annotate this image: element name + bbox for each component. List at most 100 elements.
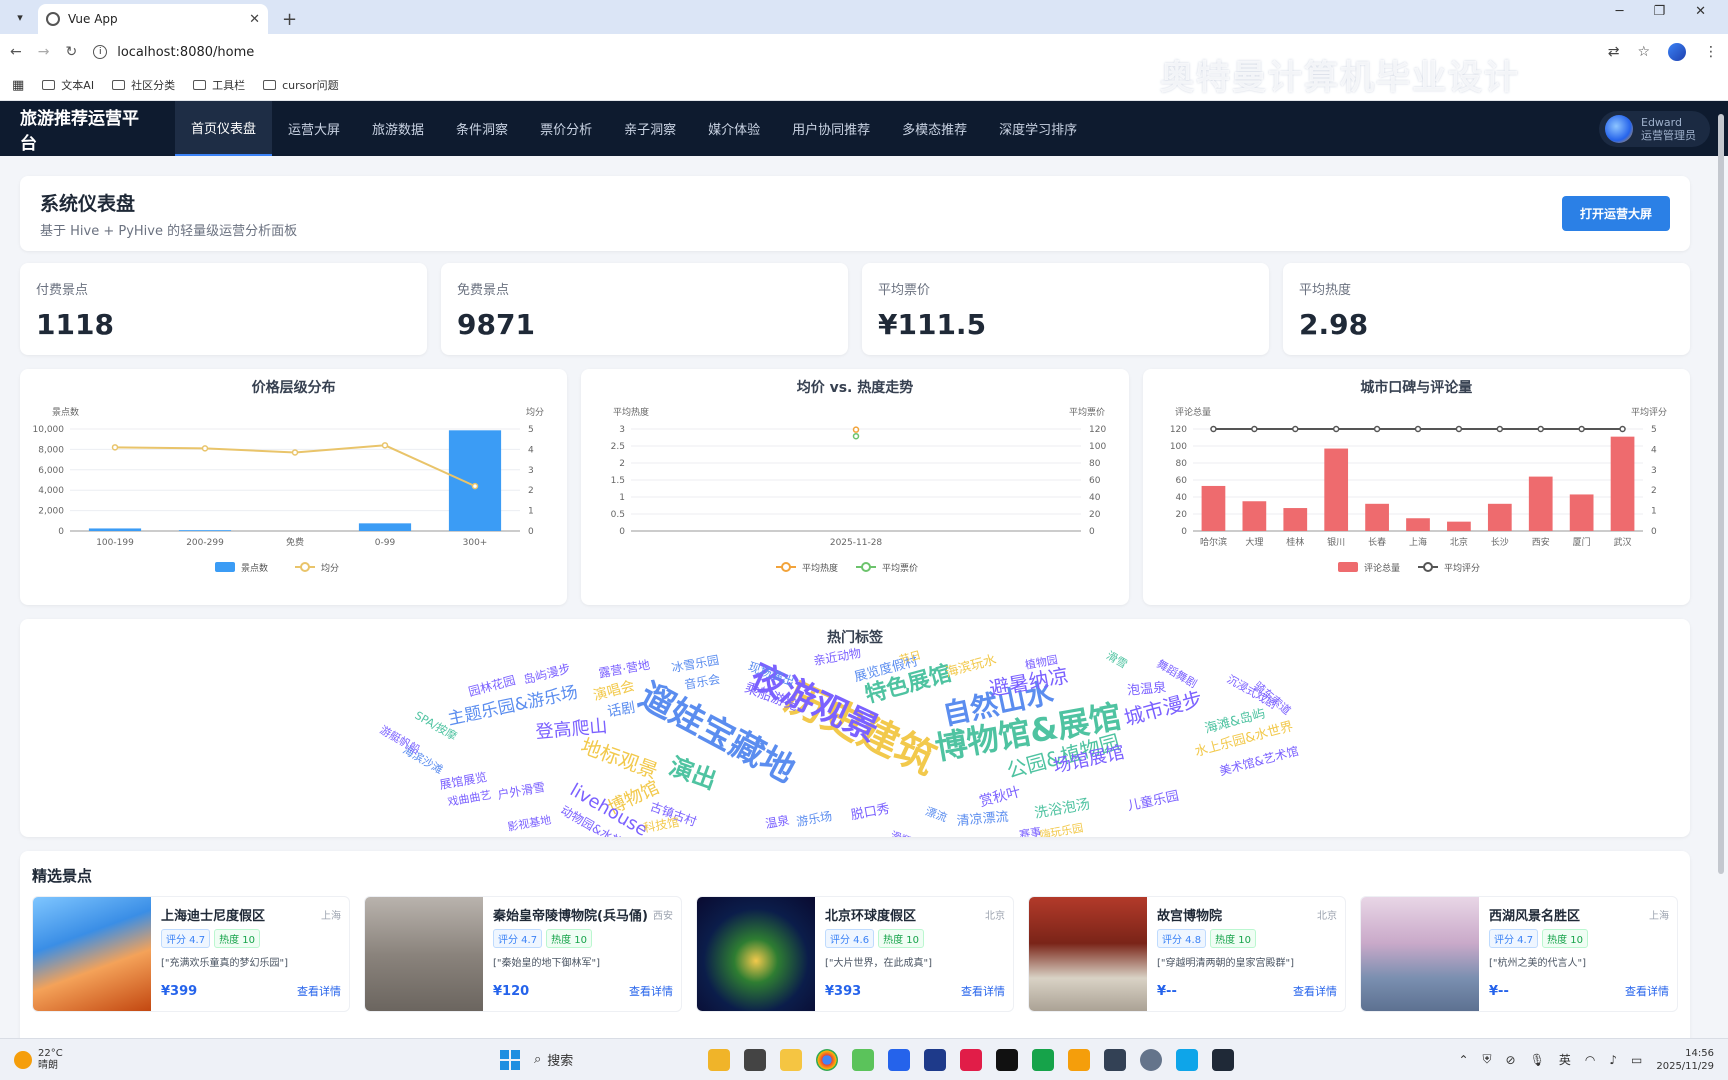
apps-grid-icon[interactable]: ▦: [12, 78, 24, 93]
window-controls: ─ ❐ ✕: [1616, 4, 1728, 19]
spot-desc: ["充满欢乐童真的梦幻乐园"]: [161, 958, 289, 969]
browser-tab[interactable]: Vue App ✕: [38, 4, 268, 34]
app-icon[interactable]: [888, 1048, 910, 1071]
wordcloud-word: 露营·营地: [598, 658, 651, 681]
app-icon[interactable]: [924, 1048, 946, 1071]
globe-icon: [46, 12, 60, 26]
open-ops-screen-button[interactable]: 打开运营大屏: [1561, 196, 1670, 231]
y-tick-label: 120: [1169, 425, 1186, 435]
app-icon[interactable]: [1140, 1048, 1162, 1071]
file-explorer-icon[interactable]: [780, 1048, 802, 1071]
y2-tick-label: 5: [528, 425, 534, 435]
nav-item-family[interactable]: 亲子洞察: [608, 101, 692, 156]
spot-desc: ["穿越明清两朝的皇家宫殿群"]: [1157, 958, 1295, 969]
forward-icon[interactable]: →: [38, 44, 50, 60]
tab-title: Vue App: [68, 12, 118, 26]
bar: [1610, 436, 1635, 531]
app-icon[interactable]: [1176, 1048, 1198, 1071]
spot-info: 秦始皇帝陵博物院(兵马俑) 西安 评分 4.7 热度 10 ["秦始皇的地下御林军"] ¥…: [483, 897, 681, 1011]
nav-item-ticket[interactable]: 票价分析: [524, 101, 608, 156]
windows-start-icon[interactable]: [500, 1049, 520, 1070]
menu-icon[interactable]: ⋮: [1704, 44, 1718, 60]
nav-item-media[interactable]: 媒介体验: [692, 101, 776, 156]
new-tab-button[interactable]: +: [282, 9, 297, 30]
pycharm-icon[interactable]: [1032, 1048, 1054, 1071]
restore-icon[interactable]: ❐: [1653, 4, 1665, 19]
nav-item-collab[interactable]: 用户协同推荐: [776, 101, 886, 156]
wordcloud-svg: 历史建筑遛娃宝藏地夜游观景 博物馆&展馆自然山水特色展馆 避暑纳凉公园&植物园城市漫…: [377, 646, 1300, 837]
bookmark-star-icon[interactable]: ☆: [1637, 44, 1650, 60]
spot-card[interactable]: 秦始皇帝陵博物院(兵马俑) 西安 评分 4.7 热度 10 ["秦始皇的地下御林军"] ¥…: [364, 896, 682, 1012]
view-detail-link[interactable]: 查看详情: [629, 983, 673, 999]
ime-indicator[interactable]: 英: [1559, 1051, 1571, 1068]
bookmark-folder[interactable]: 文本AI: [42, 77, 94, 93]
y2-axis-title: 平均评分: [1631, 406, 1667, 418]
volume-icon[interactable]: ♪: [1609, 1053, 1617, 1067]
spot-card[interactable]: 北京环球度假区 北京 评分 4.6 热度 10 ["大片世界，在此成真"] ¥393 查看详…: [696, 896, 1014, 1012]
shield-icon[interactable]: ⛨: [1483, 1052, 1492, 1067]
battery-icon[interactable]: ▭: [1631, 1053, 1642, 1067]
bookmark-folder[interactable]: 社区分类: [112, 77, 175, 93]
nav-item-ops-screen[interactable]: 运营大屏: [272, 101, 356, 156]
view-detail-link[interactable]: 查看详情: [961, 983, 1005, 999]
nav-item-dl-rank[interactable]: 深度学习排序: [983, 101, 1093, 156]
url-field[interactable]: i localhost:8080/home: [93, 45, 254, 60]
clock[interactable]: 14:56 2025/11/29: [1656, 1047, 1714, 1073]
close-tab-icon[interactable]: ✕: [249, 12, 260, 27]
bookmark-folder[interactable]: cursor问题: [263, 77, 339, 93]
wordcloud-word: 温泉: [764, 813, 790, 831]
wps-icon[interactable]: [960, 1048, 982, 1071]
hot-tags-wordcloud: 热门标签 历史建筑 遛娃宝藏地 夜游观景 博物馆&展馆 自然山水 特色展馆 避暑纳凉 公园&植…: [20, 619, 1690, 837]
y-tick-label: 2: [620, 459, 626, 469]
mic-icon[interactable]: 🎙: [1530, 1053, 1545, 1067]
back-icon[interactable]: ←: [10, 44, 22, 60]
view-detail-link[interactable]: 查看详情: [297, 983, 341, 999]
folder-icon: [112, 80, 126, 90]
y2-axis-title: 均分: [526, 406, 544, 418]
minimize-icon[interactable]: ─: [1616, 4, 1624, 19]
nav-item-home[interactable]: 首页仪表盘: [175, 101, 273, 156]
spot-info: 北京环球度假区 北京 评分 4.6 热度 10 ["大片世界，在此成真"] ¥393 查看详…: [815, 897, 1013, 1011]
spot-price: ¥399: [161, 984, 198, 999]
spot-card[interactable]: 上海迪士尼度假区 上海 评分 4.7 热度 10 ["充满欢乐童真的梦幻乐园"] ¥399…: [32, 896, 350, 1012]
nav-item-travel-data[interactable]: 旅游数据: [356, 101, 440, 156]
data-point: [1537, 425, 1544, 433]
app-icon[interactable]: [852, 1048, 874, 1071]
translate-icon[interactable]: ⇄: [1608, 44, 1620, 60]
network-off-icon[interactable]: ⊘: [1506, 1053, 1516, 1067]
view-detail-link[interactable]: 查看详情: [1293, 983, 1337, 999]
app-icon[interactable]: [708, 1048, 730, 1071]
reload-icon[interactable]: ↻: [65, 44, 77, 60]
chevron-up-icon[interactable]: ⌃: [1458, 1053, 1468, 1067]
user-menu[interactable]: Edward 运营管理员: [1599, 110, 1710, 147]
app-icon[interactable]: [1068, 1048, 1090, 1071]
city-reputation-chart: 城市口碑与评论量 评论总量 平均评分 0 20 40 60 80 100 120 0 1 2 3 4 5 哈尔…: [1142, 369, 1690, 605]
data-point: [291, 449, 299, 456]
stat-label: 平均热度: [1299, 283, 1352, 298]
spot-card[interactable]: 西湖风景名胜区 上海 评分 4.7 热度 10 ["杭州之美的代言人"] ¥-- 查看详情: [1360, 896, 1678, 1012]
taskbar-search[interactable]: ⌕ 搜索: [534, 1050, 694, 1069]
site-info-icon[interactable]: i: [93, 45, 108, 59]
page-scrollbar[interactable]: [1718, 100, 1726, 940]
app-icon[interactable]: [1104, 1048, 1126, 1071]
view-detail-link[interactable]: 查看详情: [1625, 983, 1669, 999]
weather-widget[interactable]: 22°C 晴朗: [0, 1048, 63, 1072]
scrollbar-thumb[interactable]: [1718, 114, 1724, 874]
nav-item-multimodal[interactable]: 多模态推荐: [886, 101, 983, 156]
chrome-icon[interactable]: [816, 1048, 838, 1071]
profile-avatar[interactable]: [1668, 43, 1686, 61]
wifi-icon[interactable]: ◠: [1585, 1053, 1595, 1067]
app-icon[interactable]: [996, 1048, 1018, 1071]
stat-value: ¥111.5: [878, 308, 987, 341]
legend-label: 均分: [321, 562, 339, 574]
close-window-icon[interactable]: ✕: [1695, 4, 1706, 19]
bookmark-folder[interactable]: 工具栏: [193, 77, 245, 93]
y2-tick-label: 4: [528, 445, 534, 455]
spot-card[interactable]: 故宫博物院 北京 评分 4.8 热度 10 ["穿越明清两朝的皇家宫殿群"] ¥-- 查看详…: [1028, 896, 1346, 1012]
task-view-icon[interactable]: [744, 1048, 766, 1071]
y-tick-label: 40: [1175, 493, 1187, 503]
terminal-icon[interactable]: [1212, 1048, 1234, 1071]
bar: [448, 430, 502, 531]
tab-search-icon[interactable]: ▾: [8, 5, 32, 29]
nav-item-conditions[interactable]: 条件洞察: [440, 101, 524, 156]
